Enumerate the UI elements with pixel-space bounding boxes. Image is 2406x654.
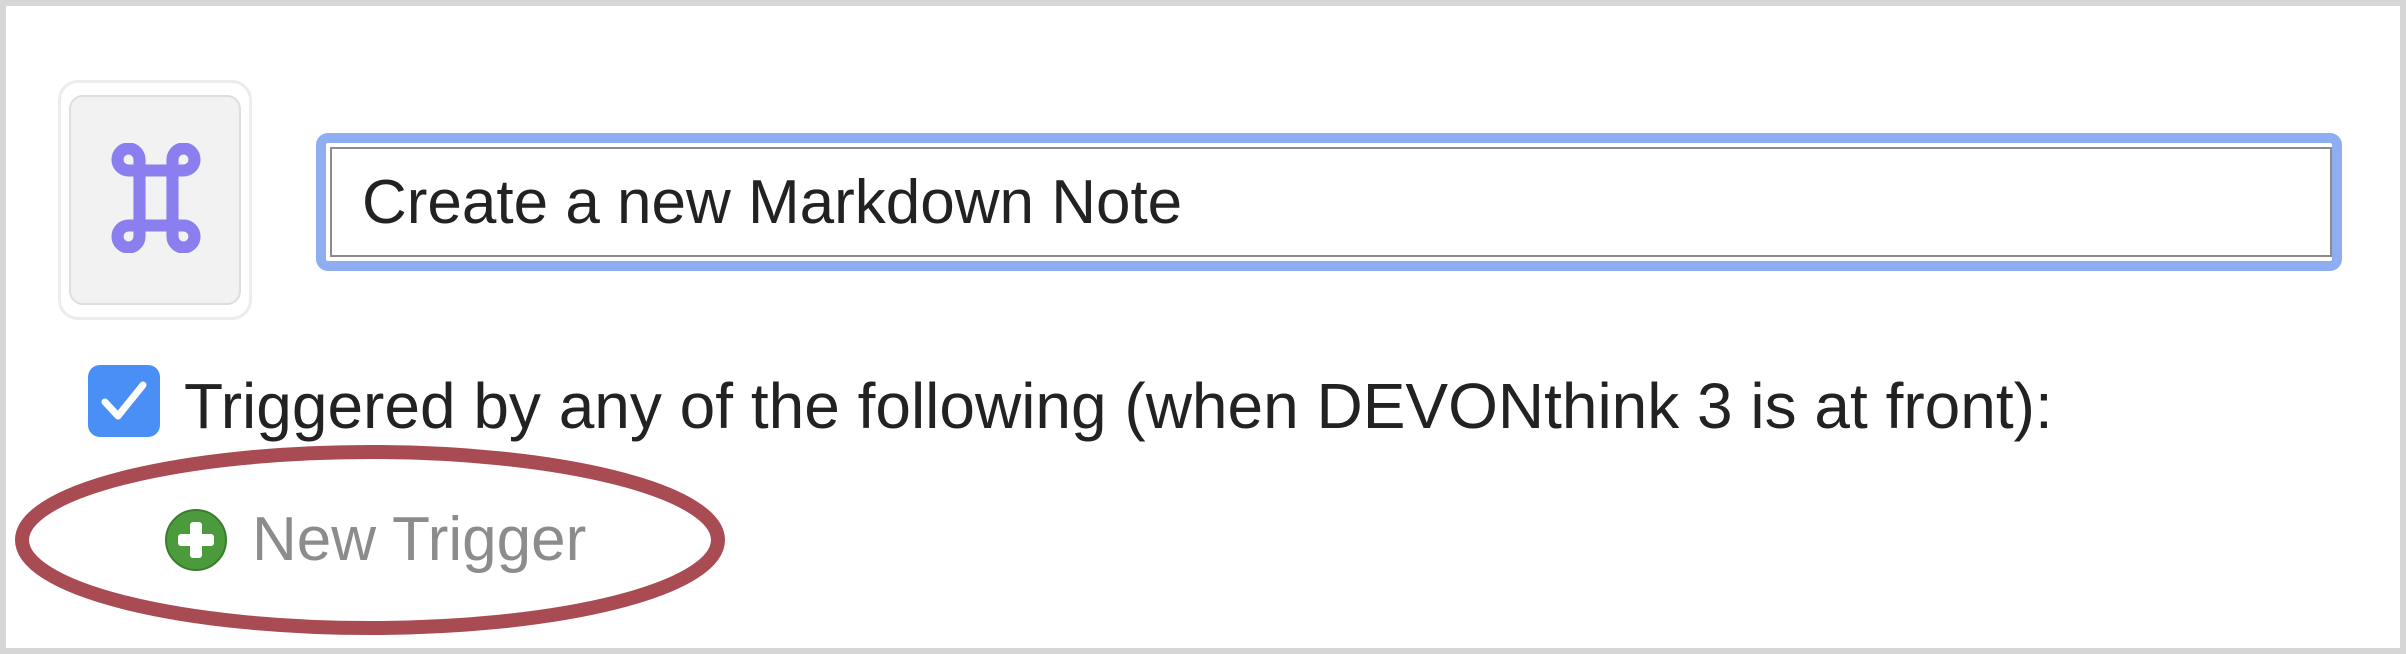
macro-editor-panel: Triggered by any of the following (when … xyxy=(0,0,2406,654)
checkmark-icon xyxy=(101,381,147,420)
new-trigger-label: New Trigger xyxy=(252,505,587,574)
macro-name-input[interactable] xyxy=(330,147,2332,257)
triggers-heading: Triggered by any of the following (when … xyxy=(184,370,2053,442)
macro-icon-button[interactable] xyxy=(69,95,241,305)
plus-circle-icon xyxy=(164,508,228,572)
command-key-icon xyxy=(111,143,201,253)
macro-name-field-focus-ring xyxy=(316,133,2342,271)
new-trigger-button[interactable]: New Trigger xyxy=(164,506,586,574)
triggers-enabled-checkbox[interactable] xyxy=(88,365,160,437)
macro-icon-well[interactable] xyxy=(58,80,252,320)
